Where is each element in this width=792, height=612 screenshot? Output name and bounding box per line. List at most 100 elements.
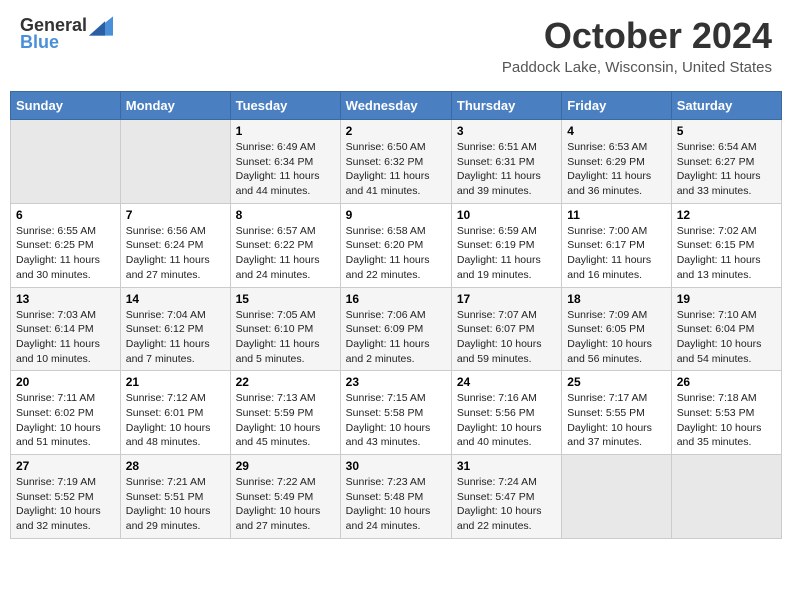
day-number: 22: [236, 375, 335, 389]
logo-icon: [89, 16, 113, 36]
day-number: 9: [346, 208, 446, 222]
calendar-cell: 14Sunrise: 7:04 AMSunset: 6:12 PMDayligh…: [120, 287, 230, 371]
day-of-week-header: Monday: [120, 92, 230, 120]
calendar-cell: 12Sunrise: 7:02 AMSunset: 6:15 PMDayligh…: [671, 203, 781, 287]
calendar-cell: 15 Sunrise: 7:05 AMSunset: 6:10 PMDayligh…: [230, 287, 340, 371]
calendar-week-row: 1 Sunrise: 6:49 AMSunset: 6:34 PMDaylight…: [11, 120, 782, 204]
title-area: October 2024 Paddock Lake, Wisconsin, Un…: [502, 15, 772, 76]
day-info: Sunrise: 6:56 AMSunset: 6:24 PMDaylight:…: [126, 224, 225, 283]
day-info: Sunrise: 6:50 AMSunset: 6:32 PMDaylight:…: [346, 140, 446, 199]
calendar-cell: 1 Sunrise: 6:49 AMSunset: 6:34 PMDaylight…: [230, 120, 340, 204]
day-number: 23: [346, 375, 446, 389]
day-info: Sunrise: 6:53 AMSunset: 6:29 PMDaylight:…: [567, 140, 665, 199]
day-number: 8: [236, 208, 335, 222]
day-of-week-header: Tuesday: [230, 92, 340, 120]
calendar-cell: 8 Sunrise: 6:57 AMSunset: 6:22 PMDaylight…: [230, 203, 340, 287]
day-number: 14: [126, 292, 225, 306]
calendar-cell: [562, 455, 671, 539]
day-info: Sunrise: 7:05 AMSunset: 6:10 PMDaylight:…: [236, 308, 335, 367]
day-number: 11: [567, 208, 665, 222]
month-title: October 2024: [502, 15, 772, 57]
day-of-week-header: Thursday: [451, 92, 561, 120]
day-info: Sunrise: 7:18 AMSunset: 5:53 PMDaylight:…: [677, 391, 776, 450]
day-info: Sunrise: 7:17 AMSunset: 5:55 PMDaylight:…: [567, 391, 665, 450]
day-info: Sunrise: 7:15 AMSunset: 5:58 PMDaylight:…: [346, 391, 446, 450]
day-number: 1: [236, 124, 335, 138]
calendar-cell: 4 Sunrise: 6:53 AMSunset: 6:29 PMDaylight…: [562, 120, 671, 204]
day-number: 24: [457, 375, 556, 389]
day-of-week-header: Wednesday: [340, 92, 451, 120]
day-number: 18: [567, 292, 665, 306]
day-info: Sunrise: 7:03 AMSunset: 6:14 PMDaylight:…: [16, 308, 115, 367]
day-number: 16: [346, 292, 446, 306]
calendar-cell: 6 Sunrise: 6:55 AMSunset: 6:25 PMDaylight…: [11, 203, 121, 287]
calendar-cell: 19 Sunrise: 7:10 AMSunset: 6:04 PMDayligh…: [671, 287, 781, 371]
calendar-week-row: 13 Sunrise: 7:03 AMSunset: 6:14 PMDayligh…: [11, 287, 782, 371]
calendar-cell: 29 Sunrise: 7:22 AMSunset: 5:49 PMDayligh…: [230, 455, 340, 539]
page-header: General Blue October 2024 Paddock Lake, …: [10, 10, 782, 81]
day-of-week-header: Sunday: [11, 92, 121, 120]
day-info: Sunrise: 6:55 AMSunset: 6:25 PMDaylight:…: [16, 224, 115, 283]
day-number: 26: [677, 375, 776, 389]
calendar-cell: 20 Sunrise: 7:11 AMSunset: 6:02 PMDayligh…: [11, 371, 121, 455]
day-number: 4: [567, 124, 665, 138]
day-info: Sunrise: 6:54 AMSunset: 6:27 PMDaylight:…: [677, 140, 776, 199]
day-info: Sunrise: 7:07 AMSunset: 6:07 PMDaylight:…: [457, 308, 556, 367]
day-of-week-header: Friday: [562, 92, 671, 120]
calendar-cell: 28Sunrise: 7:21 AMSunset: 5:51 PMDayligh…: [120, 455, 230, 539]
day-of-week-header: Saturday: [671, 92, 781, 120]
day-number: 29: [236, 459, 335, 473]
day-info: Sunrise: 7:22 AMSunset: 5:49 PMDaylight:…: [236, 475, 335, 534]
calendar-cell: 31 Sunrise: 7:24 AMSunset: 5:47 PMDayligh…: [451, 455, 561, 539]
day-info: Sunrise: 7:06 AMSunset: 6:09 PMDaylight:…: [346, 308, 446, 367]
day-number: 21: [126, 375, 225, 389]
logo: General Blue: [20, 15, 113, 53]
calendar-cell: 23 Sunrise: 7:15 AMSunset: 5:58 PMDayligh…: [340, 371, 451, 455]
day-number: 2: [346, 124, 446, 138]
day-number: 10: [457, 208, 556, 222]
day-number: 20: [16, 375, 115, 389]
calendar-cell: 24Sunrise: 7:16 AMSunset: 5:56 PMDayligh…: [451, 371, 561, 455]
day-info: Sunrise: 6:49 AMSunset: 6:34 PMDaylight:…: [236, 140, 335, 199]
day-info: Sunrise: 7:00 AMSunset: 6:17 PMDaylight:…: [567, 224, 665, 283]
calendar-cell: 22Sunrise: 7:13 AMSunset: 5:59 PMDayligh…: [230, 371, 340, 455]
calendar-cell: 18 Sunrise: 7:09 AMSunset: 6:05 PMDayligh…: [562, 287, 671, 371]
day-number: 7: [126, 208, 225, 222]
day-info: Sunrise: 7:10 AMSunset: 6:04 PMDaylight:…: [677, 308, 776, 367]
day-info: Sunrise: 6:51 AMSunset: 6:31 PMDaylight:…: [457, 140, 556, 199]
calendar-cell: 26 Sunrise: 7:18 AMSunset: 5:53 PMDayligh…: [671, 371, 781, 455]
calendar-cell: 13 Sunrise: 7:03 AMSunset: 6:14 PMDayligh…: [11, 287, 121, 371]
calendar-week-row: 6 Sunrise: 6:55 AMSunset: 6:25 PMDaylight…: [11, 203, 782, 287]
calendar-cell: 9Sunrise: 6:58 AMSunset: 6:20 PMDaylight…: [340, 203, 451, 287]
day-number: 31: [457, 459, 556, 473]
calendar-table: SundayMondayTuesdayWednesdayThursdayFrid…: [10, 91, 782, 539]
day-info: Sunrise: 7:24 AMSunset: 5:47 PMDaylight:…: [457, 475, 556, 534]
day-number: 6: [16, 208, 115, 222]
day-number: 13: [16, 292, 115, 306]
day-info: Sunrise: 7:11 AMSunset: 6:02 PMDaylight:…: [16, 391, 115, 450]
day-number: 17: [457, 292, 556, 306]
day-info: Sunrise: 7:19 AMSunset: 5:52 PMDaylight:…: [16, 475, 115, 534]
day-number: 25: [567, 375, 665, 389]
day-info: Sunrise: 7:23 AMSunset: 5:48 PMDaylight:…: [346, 475, 446, 534]
calendar-week-row: 27Sunrise: 7:19 AMSunset: 5:52 PMDayligh…: [11, 455, 782, 539]
calendar-cell: 2 Sunrise: 6:50 AMSunset: 6:32 PMDaylight…: [340, 120, 451, 204]
calendar-cell: 30 Sunrise: 7:23 AMSunset: 5:48 PMDayligh…: [340, 455, 451, 539]
day-number: 28: [126, 459, 225, 473]
calendar-week-row: 20 Sunrise: 7:11 AMSunset: 6:02 PMDayligh…: [11, 371, 782, 455]
calendar-cell: 11 Sunrise: 7:00 AMSunset: 6:17 PMDayligh…: [562, 203, 671, 287]
calendar-cell: 27Sunrise: 7:19 AMSunset: 5:52 PMDayligh…: [11, 455, 121, 539]
day-number: 15: [236, 292, 335, 306]
day-number: 19: [677, 292, 776, 306]
calendar-cell: 10 Sunrise: 6:59 AMSunset: 6:19 PMDayligh…: [451, 203, 561, 287]
day-number: 30: [346, 459, 446, 473]
day-info: Sunrise: 6:59 AMSunset: 6:19 PMDaylight:…: [457, 224, 556, 283]
day-number: 5: [677, 124, 776, 138]
day-info: Sunrise: 7:09 AMSunset: 6:05 PMDaylight:…: [567, 308, 665, 367]
calendar-cell: [11, 120, 121, 204]
calendar-cell: [671, 455, 781, 539]
day-number: 3: [457, 124, 556, 138]
calendar-cell: 3 Sunrise: 6:51 AMSunset: 6:31 PMDaylight…: [451, 120, 561, 204]
calendar-cell: 7 Sunrise: 6:56 AMSunset: 6:24 PMDaylight…: [120, 203, 230, 287]
day-info: Sunrise: 6:57 AMSunset: 6:22 PMDaylight:…: [236, 224, 335, 283]
